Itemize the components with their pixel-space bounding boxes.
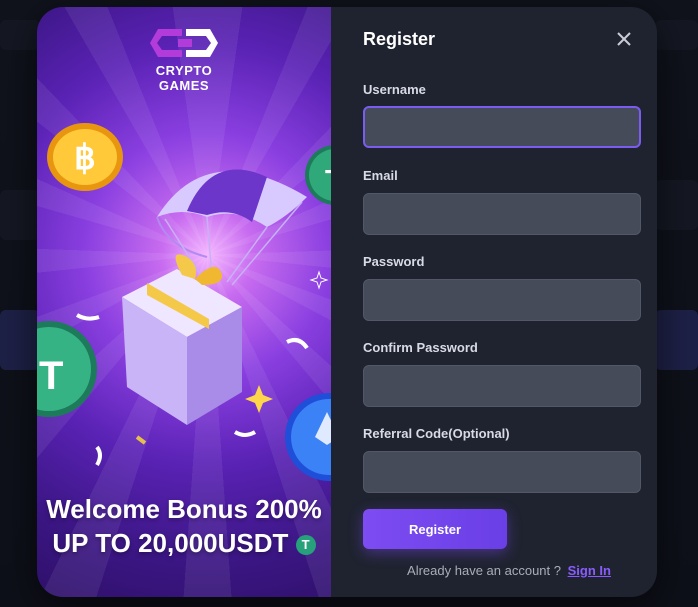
confetti: [233, 430, 257, 437]
confirm-password-input[interactable]: [363, 365, 641, 407]
register-form-panel: Register Username Email Password Confirm…: [331, 7, 657, 597]
promo-headline-line1: Welcome Bonus 200%: [46, 494, 322, 524]
sparkle: [245, 385, 273, 413]
svg-text:T: T: [39, 354, 63, 398]
password-label: Password: [363, 254, 425, 269]
confetti: [286, 338, 309, 350]
brand-line1: CRYPTO: [155, 63, 213, 78]
confetti: [75, 313, 100, 321]
referral-code-label: Referral Code(Optional): [363, 426, 510, 441]
tether-coin-icon: T: [305, 145, 331, 205]
close-icon[interactable]: [615, 30, 633, 48]
username-label: Username: [363, 82, 426, 97]
signin-link[interactable]: Sign In: [568, 563, 611, 578]
email-input[interactable]: [363, 193, 641, 235]
brand-line2: GAMES: [158, 78, 210, 93]
referral-code-input[interactable]: [363, 451, 641, 493]
confetti: [135, 435, 147, 445]
signin-row: Already have an account ? Sign In: [331, 563, 657, 578]
airdrop-gift-illustration: ฿ T T: [37, 123, 331, 481]
sparkle: [309, 270, 329, 290]
confirm-password-label: Confirm Password: [363, 340, 478, 355]
form-title: Register: [363, 29, 436, 49]
svg-text:฿: ฿: [74, 139, 96, 177]
promo-panel: CRYPTO GAMES ฿ T T: [37, 7, 331, 597]
promo-headline: Welcome Bonus 200% UP TO 20,000USDT T: [37, 492, 331, 560]
email-label: Email: [363, 168, 398, 183]
register-modal: CRYPTO GAMES ฿ T T: [37, 7, 657, 597]
tether-coin-left-icon: T: [37, 321, 97, 417]
username-input[interactable]: [363, 106, 641, 148]
usdt-icon: T: [295, 535, 316, 555]
password-input[interactable]: [363, 279, 641, 321]
gift-box-icon: [122, 254, 242, 425]
register-button[interactable]: Register: [363, 509, 507, 549]
brand-logo: CRYPTO GAMES: [37, 27, 331, 93]
ethereum-coin-icon: [285, 393, 331, 481]
confetti: [95, 445, 102, 467]
crypto-games-logo-icon: [150, 29, 218, 57]
bitcoin-coin-icon: ฿: [47, 123, 123, 191]
signin-prompt: Already have an account ?: [407, 563, 561, 578]
promo-headline-amount: UP TO 20,000USDT: [52, 528, 289, 558]
promo-headline-line2: UP TO 20,000USDT T: [37, 526, 331, 560]
